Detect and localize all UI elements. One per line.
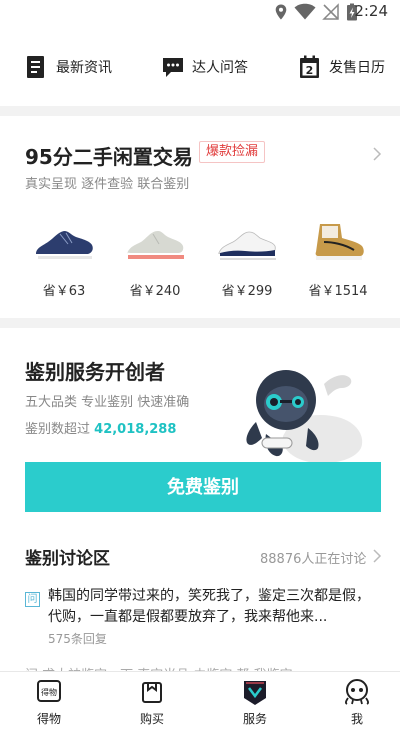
- appraisal-count-prefix: 鉴别数超过: [25, 422, 91, 437]
- trade-subtitle: 真实呈现 逐件查验 联合鉴别: [25, 177, 190, 192]
- discussion-title: 鉴别讨论区: [25, 549, 110, 569]
- appraisal-subtitle: 五大品类 专业鉴别 快速准确: [25, 395, 190, 410]
- location-icon: [275, 4, 287, 20]
- quick-nav-calendar-label: 发售日历: [329, 60, 385, 76]
- tab-buy-label: 购买: [139, 712, 164, 726]
- white-navy-basketball-shoe-icon: [218, 231, 276, 260]
- save-amount: 省￥299: [221, 284, 273, 299]
- appraiser-mascot-icon: [246, 370, 363, 464]
- shoe-item[interactable]: 省￥240: [120, 216, 190, 304]
- tab-bar: 得物 得物 购买 服务 我: [0, 671, 400, 729]
- quick-nav-qa[interactable]: 达人问答: [162, 54, 248, 80]
- save-amount: 省￥1514: [308, 284, 368, 299]
- post-replies: 575条回复: [48, 632, 107, 646]
- appraisal-count: 鉴别数超过 42,018,288: [25, 418, 176, 437]
- appraisal-title: 鉴别服务开创者: [25, 360, 165, 384]
- quick-nav-news-label: 最新资讯: [56, 60, 112, 76]
- shoe-item[interactable]: 省￥63: [29, 216, 99, 304]
- calendar-icon: 2: [300, 55, 319, 78]
- tab-dewu-label: 得物: [36, 712, 61, 726]
- status-bar: 2:24: [0, 0, 400, 24]
- news-icon: [27, 56, 44, 78]
- tab-dewu[interactable]: 得物 得物: [14, 672, 84, 730]
- save-amount: 省￥63: [42, 284, 86, 299]
- svg-text:得物: 得物: [41, 687, 57, 697]
- no-signal-icon: [322, 3, 339, 20]
- trade-title: 95分二手闲置交易: [25, 145, 193, 169]
- quick-nav-qa-label: 达人问答: [192, 60, 248, 76]
- service-shield-icon: [244, 681, 266, 705]
- tab-me[interactable]: 我: [322, 672, 392, 730]
- section-divider: [0, 106, 400, 116]
- discussion-online-link[interactable]: 88876人正在讨论: [260, 548, 366, 567]
- hot-deals-badge: 爆款捡漏: [199, 141, 266, 163]
- grey-running-shoe-icon: [127, 231, 184, 259]
- tab-buy[interactable]: 购买: [117, 672, 187, 730]
- clock: 2:24: [354, 2, 388, 20]
- section-divider: [0, 318, 400, 328]
- quick-nav-news[interactable]: 最新资讯: [26, 54, 112, 80]
- quick-nav: 最新资讯 达人问答 2 发售日历: [0, 24, 400, 108]
- free-appraisal-button[interactable]: 免费鉴别: [25, 462, 381, 512]
- chat-icon: [163, 58, 183, 77]
- shoe-item[interactable]: 省￥299: [212, 216, 282, 304]
- tab-me-label: 我: [350, 712, 363, 726]
- save-amount: 省￥240: [129, 284, 181, 299]
- chevron-right-icon: [373, 147, 382, 161]
- shoe-list: 省￥63 省￥240 省￥299 省￥1514: [0, 216, 400, 306]
- chevron-right-icon[interactable]: [372, 548, 382, 564]
- profile-mascot-icon: [345, 679, 369, 705]
- dewu-logo-icon: 得物: [37, 680, 61, 702]
- tab-service[interactable]: 服务: [220, 672, 290, 730]
- post-text[interactable]: 韩国的同学带过来的，笑死我了，鉴定三次都是假，代购，一直都是假都要放弃了，我来帮…: [48, 586, 378, 628]
- quick-nav-calendar[interactable]: 2 发售日历: [299, 54, 385, 80]
- navy-running-shoe-icon: [36, 231, 93, 259]
- shoe-item[interactable]: 省￥1514: [303, 216, 373, 304]
- svg-text:2: 2: [306, 64, 314, 77]
- question-tag: 问: [25, 592, 40, 607]
- wifi-icon: [294, 3, 316, 20]
- shopping-bag-icon: [142, 682, 162, 703]
- wheat-high-top-shoe-icon: [315, 224, 364, 260]
- tab-service-label: 服务: [242, 712, 267, 726]
- appraisal-count-value: 42,018,288: [94, 422, 177, 437]
